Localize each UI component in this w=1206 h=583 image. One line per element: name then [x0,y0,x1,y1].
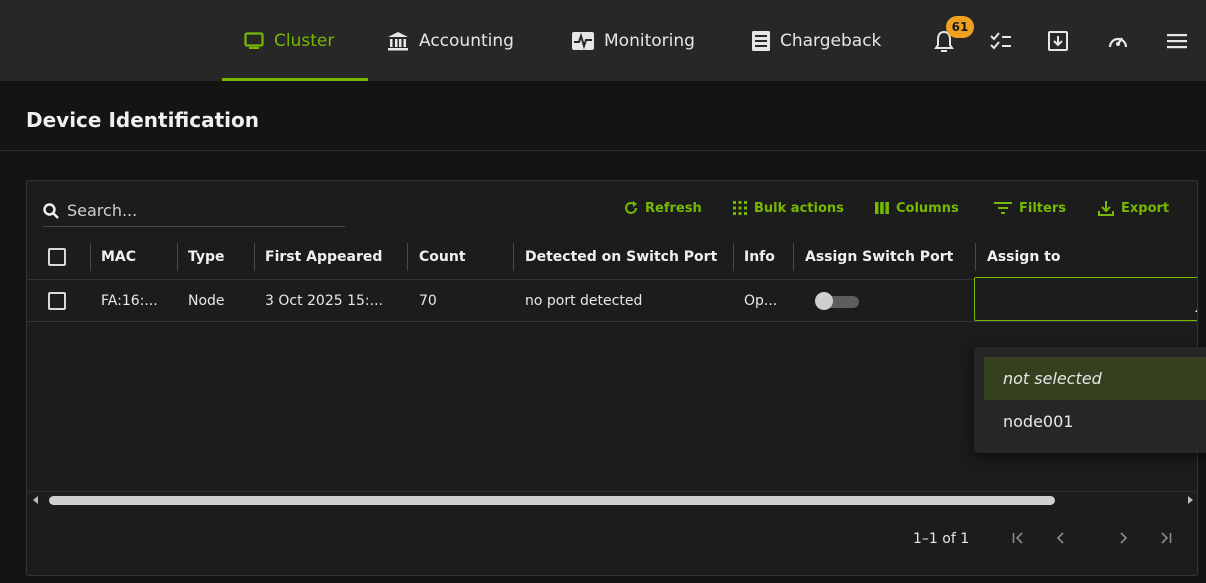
scrollbar-thumb[interactable] [49,496,1055,505]
column-divider [793,243,794,271]
first-page-button[interactable] [1004,523,1032,553]
column-divider [254,243,255,271]
cell-count: 70 [419,292,437,309]
filters-label: Filters [1019,200,1066,216]
assign-switch-port-toggle[interactable] [815,292,861,310]
table-header-row: MAC Type First Appeared Count Detected o… [27,235,1197,279]
column-header-count[interactable]: Count [419,235,466,279]
column-divider [90,243,91,271]
column-header-first-appeared[interactable]: First Appeared [265,235,382,279]
dropdown-option-node001[interactable]: node001 [984,400,1206,443]
cell-info: Op... [744,292,778,309]
select-all-cell [48,235,66,279]
tab-chargeback-label: Chargeback [780,30,882,51]
column-header-detected-port[interactable]: Detected on Switch Port [525,235,717,279]
grid-dots-icon [733,201,747,215]
column-divider [513,243,514,271]
page-header: Device Identification [0,81,1206,151]
first-page-icon [1012,532,1023,544]
chevron-left-icon [1056,532,1064,544]
assign-to-select[interactable] [974,277,1197,321]
filter-icon [994,202,1012,214]
dropdown-option-not-selected[interactable]: not selected [984,357,1206,400]
export-icon [1098,201,1114,216]
filters-button[interactable]: Filters [994,198,1066,218]
activity-icon [572,31,594,50]
column-header-assign-switch-port[interactable]: Assign Switch Port [805,235,953,279]
tab-cluster-label: Cluster [274,30,335,51]
search-box[interactable] [43,195,345,227]
speedometer-icon [1108,37,1128,48]
column-divider [975,243,976,271]
refresh-button[interactable]: Refresh [624,198,702,218]
cell-type: Node [188,292,225,309]
pagination-range: 1–1 of 1 [913,531,970,547]
bulk-actions-label: Bulk actions [754,200,844,216]
hamburger-menu-icon [1167,34,1187,49]
column-divider [407,243,408,271]
search-icon [43,202,59,219]
scroll-right-arrow-icon[interactable] [1188,496,1193,504]
tasks-button[interactable] [987,27,1015,55]
next-page-button[interactable] [1110,523,1138,553]
column-divider [177,243,178,271]
horizontal-scrollbar[interactable] [27,491,1197,507]
tab-monitoring[interactable]: Monitoring [572,0,695,81]
cell-first-appeared: 3 Oct 2025 15:... [265,292,383,309]
receipt-icon [752,30,770,51]
dashboard-button[interactable] [1104,27,1132,55]
bulk-actions-button[interactable]: Bulk actions [733,198,844,218]
columns-label: Columns [896,200,959,216]
top-nav-bar: Cluster Accounting Monitoring Chargeback… [0,0,1206,81]
row-select-checkbox[interactable] [48,291,66,310]
cell-mac: FA:16:... [101,292,158,309]
tab-accounting-label: Accounting [419,30,514,51]
chevron-right-icon [1120,532,1128,544]
tab-accounting[interactable]: Accounting [387,0,514,81]
assign-to-dropdown-menu: not selected node001 [974,347,1206,453]
column-header-mac[interactable]: MAC [101,235,136,279]
bank-icon [388,31,408,50]
column-header-type[interactable]: Type [188,235,225,279]
checklist-icon [990,32,1011,50]
export-label: Export [1121,200,1170,216]
previous-page-button[interactable] [1046,523,1074,553]
tab-monitoring-label: Monitoring [604,30,695,51]
select-all-checkbox[interactable] [48,248,66,266]
toggle-knob [815,292,833,310]
last-page-icon [1161,532,1172,544]
cell-detected-port: no port detected [525,292,643,309]
caret-up-icon [1195,307,1197,312]
page-title: Device Identification [26,108,259,132]
columns-icon [875,202,889,214]
last-page-button[interactable] [1152,523,1180,553]
refresh-label: Refresh [645,200,702,216]
column-header-info[interactable]: Info [744,235,775,279]
refresh-icon [625,201,637,214]
download-icon [1048,31,1068,51]
search-input[interactable] [67,201,327,220]
tab-chargeback[interactable]: Chargeback [752,0,881,81]
row-select-cell [48,280,66,321]
tab-cluster[interactable]: Cluster [222,0,368,81]
monitor-icon [244,31,264,49]
scroll-left-arrow-icon[interactable] [33,496,38,504]
column-header-assign-to[interactable]: Assign to [987,235,1060,279]
column-divider [733,243,734,271]
download-button[interactable] [1044,27,1072,55]
export-button[interactable]: Export [1098,198,1169,218]
columns-button[interactable]: Columns [875,198,959,218]
menu-button[interactable] [1163,27,1191,55]
notification-count-badge: 61 [946,16,974,38]
